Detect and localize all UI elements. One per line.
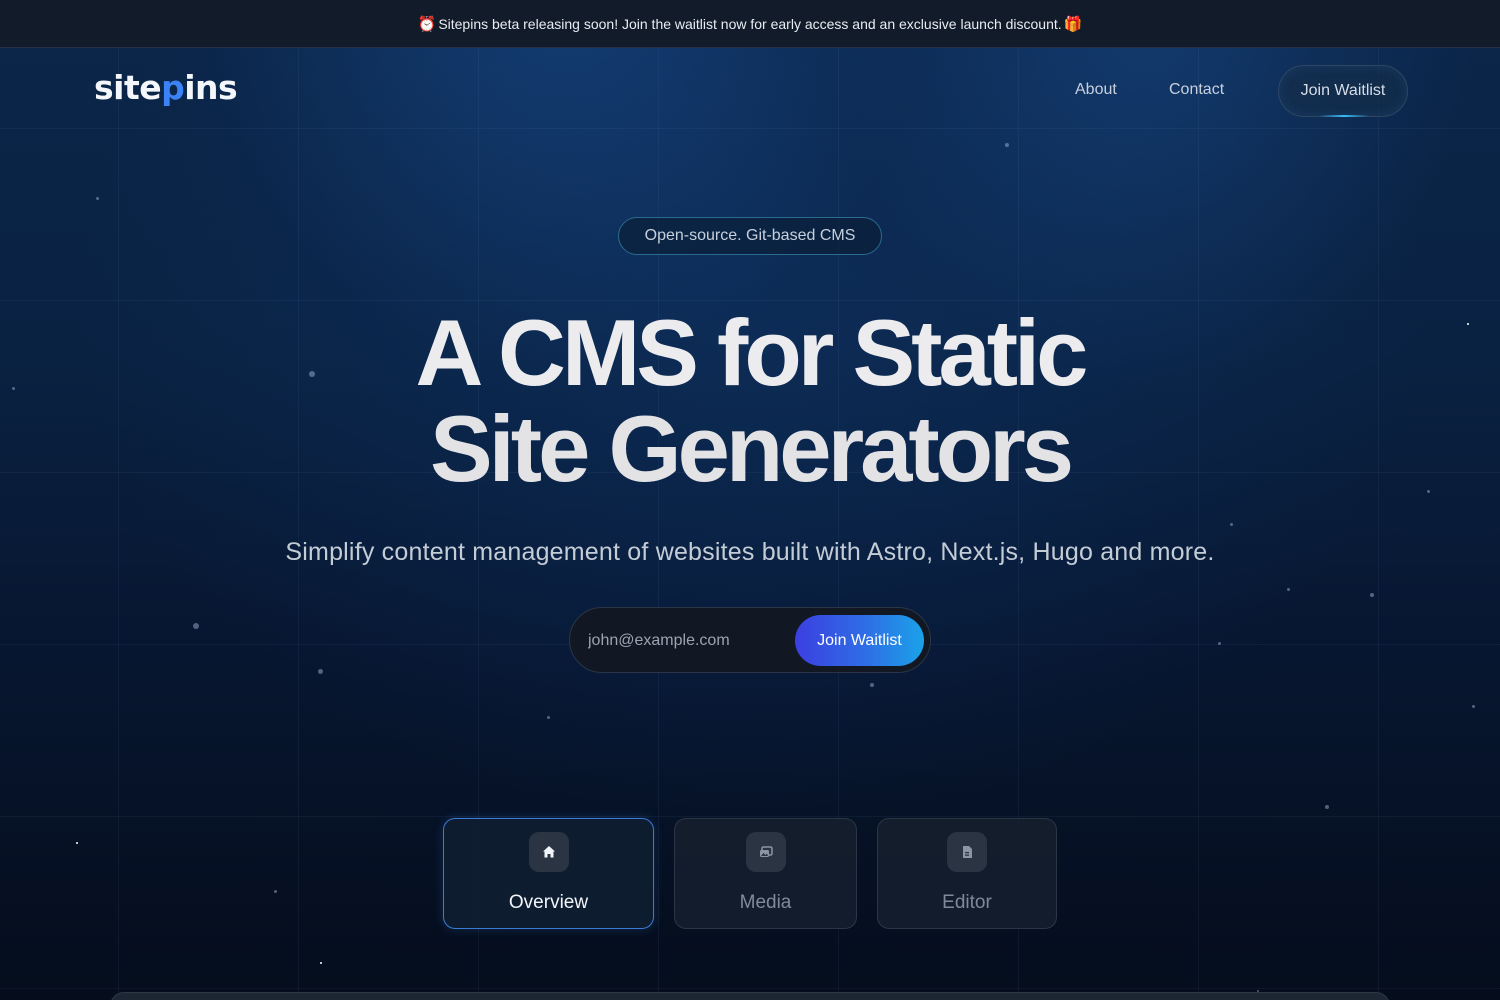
announcement-bar: ⏰ Sitepins beta releasing soon! Join the…: [0, 0, 1500, 48]
tab-overview-label: Overview: [508, 892, 589, 913]
top-nav: site p ins About Contact Join Waitlist: [0, 48, 1500, 138]
waitlist-form: Join Waitlist: [569, 607, 931, 673]
logo-text-ins: ins: [184, 68, 238, 107]
nav-join-waitlist-button[interactable]: Join Waitlist: [1278, 65, 1408, 117]
hero-title-line-2: Site Generators: [429, 396, 1074, 501]
images-icon: [745, 832, 786, 872]
tab-media[interactable]: Media: [674, 818, 857, 929]
logo-pin-letter: p: [161, 68, 185, 107]
preview-panel-top: [110, 992, 1390, 1000]
tab-media-label: Media: [739, 892, 792, 913]
announcement-text: Sitepins beta releasing soon! Join the w…: [438, 15, 1062, 32]
email-input[interactable]: [588, 626, 788, 656]
home-icon: [528, 832, 569, 872]
gift-icon: 🎁: [1063, 15, 1083, 33]
document-icon: [947, 832, 987, 872]
hero-badge: Open-source. Git-based CMS: [618, 217, 882, 255]
alarm-clock-icon: ⏰: [417, 15, 437, 33]
hero-subtitle: Simplify content management of websites …: [285, 538, 1215, 566]
sitepins-logo[interactable]: site p ins: [94, 68, 238, 107]
join-waitlist-button[interactable]: Join Waitlist: [795, 615, 924, 666]
hero-title: A CMS for Static Site Generators: [0, 305, 1500, 497]
logo-text-site: site: [94, 68, 162, 107]
tab-editor-label: Editor: [942, 892, 992, 913]
tab-editor[interactable]: Editor: [877, 818, 1057, 929]
hero-title-line-1: A CMS for Static: [415, 300, 1089, 405]
page: ⏰ Sitepins beta releasing soon! Join the…: [0, 0, 1500, 1000]
tab-overview[interactable]: Overview: [443, 818, 654, 929]
nav-link-contact[interactable]: Contact: [1169, 81, 1224, 99]
nav-link-about[interactable]: About: [1075, 81, 1117, 99]
